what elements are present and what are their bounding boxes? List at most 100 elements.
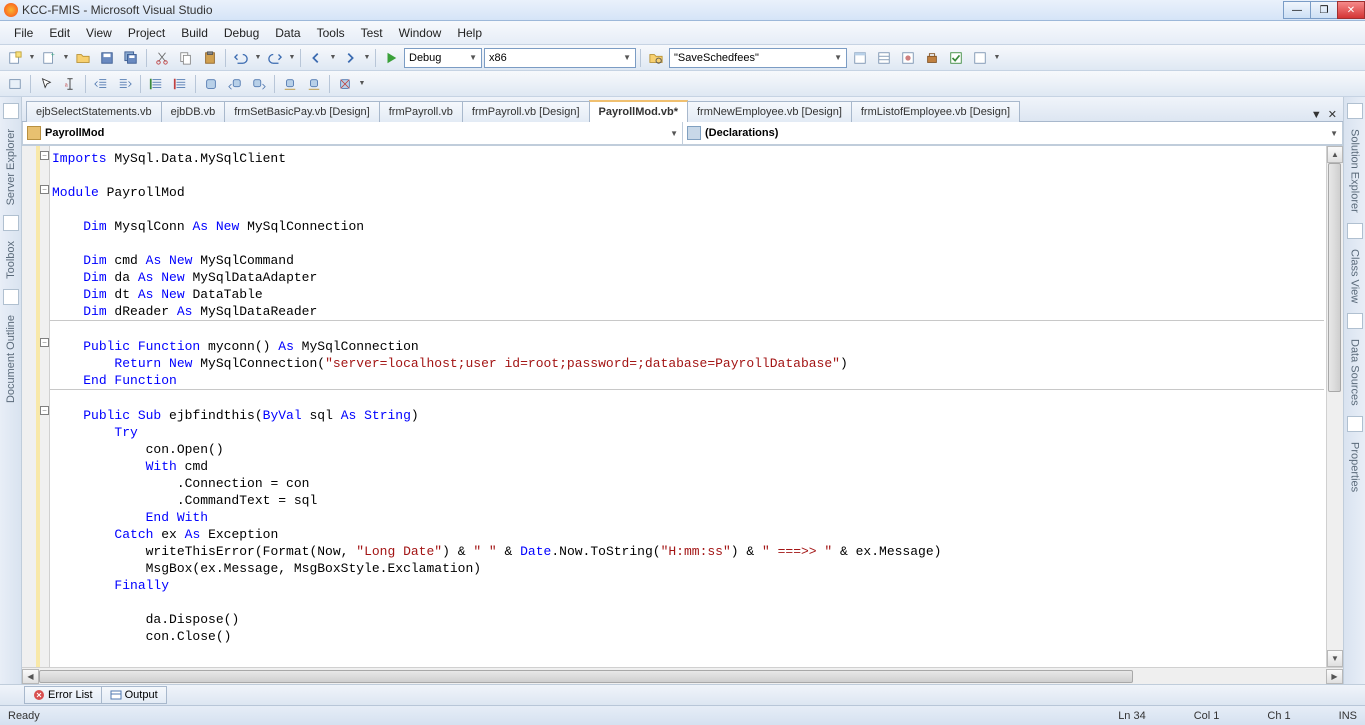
fold-line-3[interactable]: − [40,185,49,194]
tab-frmlistofemployee-design[interactable]: frmListofEmployee.vb [Design] [851,101,1020,122]
menu-help[interactable]: Help [449,23,490,43]
menu-data[interactable]: Data [267,23,308,43]
document-outline-icon[interactable] [3,289,19,305]
bookmark-next-button[interactable] [248,73,270,95]
toolbox-icon[interactable] [3,215,19,231]
caret-icon[interactable]: a [59,73,81,95]
fold-line-16[interactable]: − [40,406,49,415]
document-outline-tab[interactable]: Document Outline [3,311,19,407]
tab-frmpayroll[interactable]: frmPayroll.vb [379,101,463,122]
tab-list-button[interactable]: ▼ [1311,109,1322,121]
redo-button[interactable] [264,47,286,69]
class-view-icon[interactable] [1347,223,1363,239]
tab-ejbselectstatements[interactable]: ejbSelectStatements.vb [26,101,162,122]
scroll-down-button[interactable]: ▼ [1327,650,1343,667]
server-explorer-icon[interactable] [3,103,19,119]
bookmark-prev-folder-button[interactable] [279,73,301,95]
solution-explorer-button[interactable] [849,47,871,69]
nav-back-dropdown[interactable]: ▼ [329,54,337,61]
cut-button[interactable] [151,47,173,69]
new-project-button[interactable] [4,47,26,69]
tab-frmpayroll-design[interactable]: frmPayroll.vb [Design] [462,101,590,122]
nav-back-button[interactable] [305,47,327,69]
tab-frmsetbasicpay-design[interactable]: frmSetBasicPay.vb [Design] [224,101,380,122]
redo-dropdown[interactable]: ▼ [288,54,296,61]
toolbox-tab[interactable]: Toolbox [3,237,19,283]
find-combobox[interactable]: "SaveSchedfees"▼ [669,48,847,68]
ext-dropdown[interactable]: ▼ [993,54,1001,61]
tab-ejbdb[interactable]: ejbDB.vb [161,101,226,122]
tab-frmnewemployee-design[interactable]: frmNewEmployee.vb [Design] [687,101,852,122]
nav-forward-dropdown[interactable]: ▼ [363,54,371,61]
copy-button[interactable] [175,47,197,69]
increase-indent-button[interactable] [114,73,136,95]
add-item-dropdown[interactable]: ▼ [62,54,70,61]
cursor-icon[interactable] [35,73,57,95]
restore-button[interactable]: ❐ [1310,1,1338,19]
minimize-button[interactable]: — [1283,1,1311,19]
save-all-button[interactable] [120,47,142,69]
config-selector[interactable]: Debug▼ [404,48,482,68]
new-project-dropdown[interactable]: ▼ [28,54,36,61]
undo-button[interactable] [230,47,252,69]
menu-file[interactable]: File [6,23,41,43]
start-debug-button[interactable] [380,47,402,69]
solution-explorer-icon[interactable] [1347,103,1363,119]
server-explorer-tab[interactable]: Server Explorer [3,125,19,209]
bookmark-dropdown[interactable]: ▼ [358,80,366,87]
start-page-button[interactable] [945,47,967,69]
ext-button[interactable] [969,47,991,69]
decrease-indent-button[interactable] [90,73,112,95]
menu-view[interactable]: View [78,23,120,43]
error-list-tab[interactable]: Error List [24,686,102,704]
properties-icon[interactable] [1347,416,1363,432]
paste-button[interactable] [199,47,221,69]
menu-project[interactable]: Project [120,23,173,43]
type-selector[interactable]: PayrollMod ▼ [22,122,682,145]
menu-test[interactable]: Test [353,23,391,43]
solution-explorer-tab[interactable]: Solution Explorer [1347,125,1363,217]
open-button[interactable] [72,47,94,69]
menu-tools[interactable]: Tools [309,23,353,43]
vscroll-thumb[interactable] [1328,163,1341,392]
data-sources-icon[interactable] [1347,313,1363,329]
output-tab[interactable]: Output [101,686,167,704]
properties-tab[interactable]: Properties [1347,438,1363,496]
comment-button[interactable] [145,73,167,95]
scroll-up-button[interactable]: ▲ [1327,146,1343,163]
toolbox-button[interactable] [921,47,943,69]
horizontal-scrollbar[interactable]: ◀ ▶ [22,667,1343,684]
hscroll-thumb[interactable] [39,670,1133,683]
bookmark-prev-button[interactable] [224,73,246,95]
menu-window[interactable]: Window [391,23,450,43]
class-view-tab[interactable]: Class View [1347,245,1363,307]
properties-button[interactable] [873,47,895,69]
menu-build[interactable]: Build [173,23,216,43]
platform-selector[interactable]: x86▼ [484,48,636,68]
menu-debug[interactable]: Debug [216,23,267,43]
code-editor[interactable]: − − − − Imports MySql.Data.MySqlClient M… [22,146,1343,667]
tab-payrollmod[interactable]: PayrollMod.vb* [589,100,688,122]
vertical-scrollbar[interactable]: ▲ ▼ [1326,146,1343,667]
code-content[interactable]: Imports MySql.Data.MySqlClient Module Pa… [50,146,1326,667]
bookmark-toggle-button[interactable] [200,73,222,95]
uncomment-button[interactable] [169,73,191,95]
bookmark-clear-button[interactable] [334,73,356,95]
member-selector[interactable]: (Declarations) ▼ [682,122,1343,145]
scroll-right-button[interactable]: ▶ [1326,669,1343,684]
bookmark-next-folder-button[interactable] [303,73,325,95]
show-object-button[interactable] [4,73,26,95]
data-sources-tab[interactable]: Data Sources [1347,335,1363,410]
fold-line-12[interactable]: − [40,338,49,347]
object-browser-button[interactable] [897,47,919,69]
undo-dropdown[interactable]: ▼ [254,54,262,61]
add-item-button[interactable]: + [38,47,60,69]
close-button[interactable]: ✕ [1337,1,1365,19]
menu-edit[interactable]: Edit [41,23,78,43]
save-button[interactable] [96,47,118,69]
scroll-left-button[interactable]: ◀ [22,669,39,684]
nav-forward-button[interactable] [339,47,361,69]
find-in-files-button[interactable] [645,47,667,69]
fold-line-1[interactable]: − [40,151,49,160]
tab-close-button[interactable]: ✕ [1328,108,1337,121]
